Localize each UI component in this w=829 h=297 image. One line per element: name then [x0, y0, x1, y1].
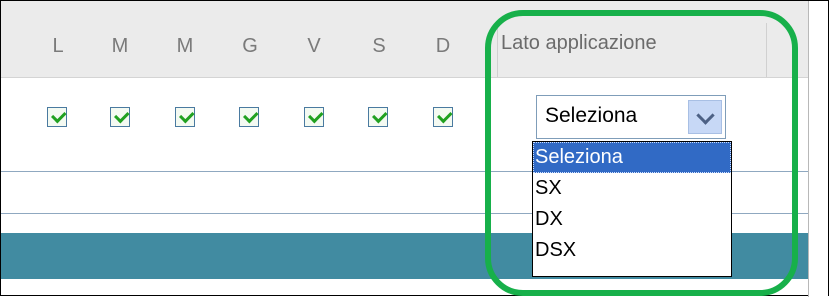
column-separator [766, 23, 767, 77]
app-frame: L M M G V S D Lato applicazione Selezion… [0, 0, 829, 297]
checkmark-icon [308, 107, 324, 124]
option-sx[interactable]: SX [533, 173, 731, 204]
checkmark-icon [114, 107, 130, 124]
checkmark-icon [243, 107, 259, 124]
checkbox-day-l[interactable] [47, 107, 67, 127]
checkbox-day-g[interactable] [239, 107, 259, 127]
select-current-value: Seleziona [545, 104, 638, 127]
day-header-v: V [307, 35, 321, 57]
checkbox-day-m2[interactable] [175, 107, 195, 127]
table-header-row: L M M G V S D Lato applicazione [1, 1, 809, 78]
right-edge-strip [808, 1, 828, 297]
column-separator [497, 23, 498, 77]
select-dropdown-list[interactable]: Seleziona SX DX DSX [532, 141, 732, 277]
chevron-down-icon [696, 106, 715, 125]
checkbox-day-m1[interactable] [110, 107, 130, 127]
lato-applicazione-header: Lato applicazione [501, 32, 657, 54]
option-dsx[interactable]: DSX [533, 235, 731, 266]
checkbox-day-s[interactable] [368, 107, 388, 127]
checkmark-icon [437, 107, 453, 124]
dropdown-arrow-button[interactable] [688, 100, 722, 134]
day-header-m1: M [111, 35, 129, 57]
day-header-d: D [435, 35, 451, 57]
checkmark-icon [51, 107, 67, 124]
option-seleziona[interactable]: Seleziona [533, 142, 731, 173]
checkmark-icon [179, 107, 195, 124]
day-header-g: G [242, 35, 258, 57]
day-header-s: S [372, 35, 386, 57]
option-dx[interactable]: DX [533, 204, 731, 235]
checkmark-icon [372, 107, 388, 124]
checkbox-day-d[interactable] [433, 107, 453, 127]
checkbox-day-v[interactable] [304, 107, 324, 127]
day-header-l: L [52, 35, 64, 57]
lato-applicazione-select[interactable]: Seleziona [536, 95, 726, 139]
day-header-m2: M [176, 35, 194, 57]
